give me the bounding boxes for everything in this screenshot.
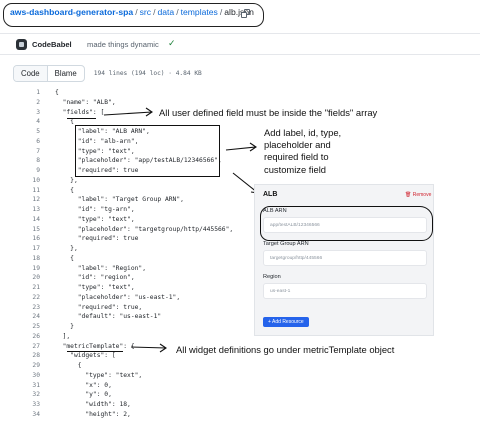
- alb-arn-highlight-oval: [260, 206, 433, 241]
- remove-label: Remove: [412, 192, 432, 198]
- fields-arrow: [103, 111, 153, 116]
- preview-field-label-region: Region: [263, 274, 281, 280]
- trash-icon: 🗑: [405, 192, 412, 198]
- remove-button[interactable]: 🗑 Remove: [405, 192, 431, 198]
- tg-arn-input[interactable]: targetgroup/http/445566: [263, 250, 427, 266]
- metric-arrow: [130, 346, 167, 349]
- add-resource-button[interactable]: + Add Resource: [263, 317, 309, 327]
- region-input[interactable]: us-east-1: [263, 283, 427, 299]
- preview-field-label-tg-arn: Target Group ARN: [263, 241, 309, 247]
- preview-title: ALB: [263, 191, 278, 198]
